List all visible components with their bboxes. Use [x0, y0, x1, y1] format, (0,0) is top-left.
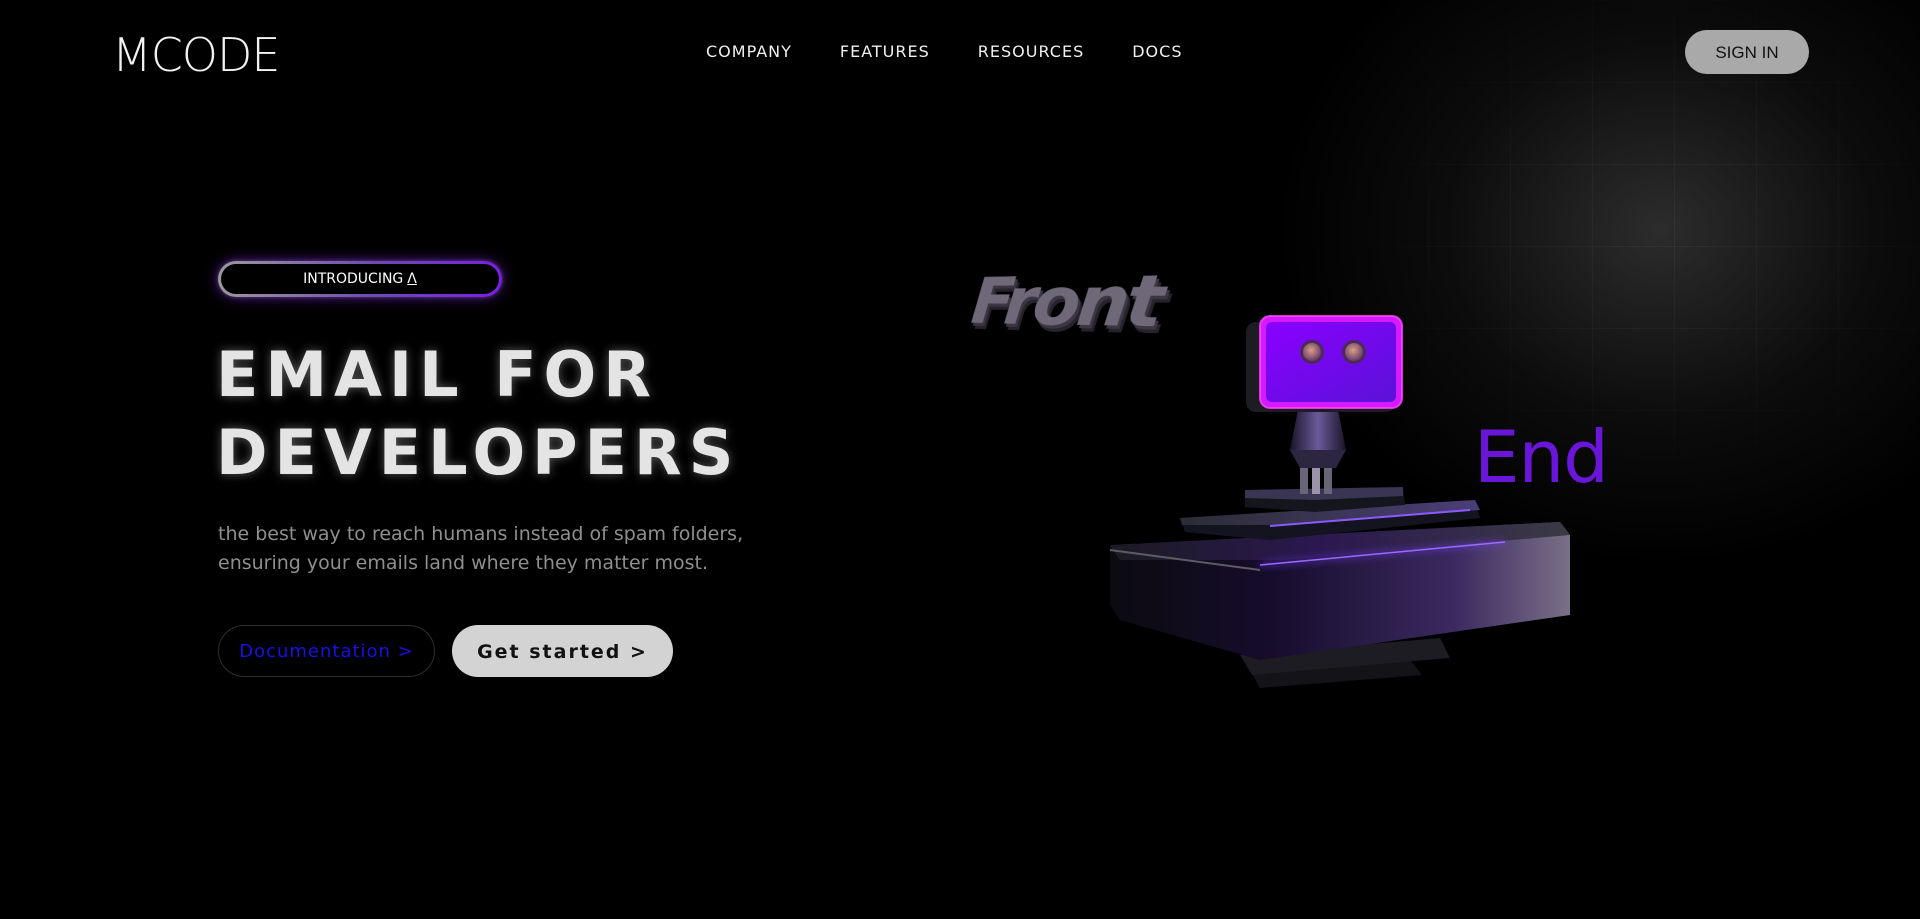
introducing-badge[interactable]: INTRODUCING Λ: [218, 261, 502, 297]
badge-mark: Λ: [407, 271, 417, 287]
badge-label: INTRODUCING: [303, 271, 404, 287]
subtext-line-1: the best way to reach humans instead of …: [218, 523, 744, 545]
nav-features[interactable]: FEATURES: [840, 40, 930, 64]
documentation-button[interactable]: Documentation >: [218, 625, 435, 677]
hero-headline: EMAIL FOR DEVELOPERS: [216, 336, 740, 492]
subtext-line-2: ensuring your emails land where they mat…: [218, 552, 709, 574]
headline-line-1: EMAIL FOR: [216, 338, 658, 411]
headline-line-2: DEVELOPERS: [216, 416, 741, 489]
nav-docs[interactable]: DOCS: [1132, 40, 1182, 64]
nav-company[interactable]: COMPANY: [706, 40, 792, 64]
hero-subtext: the best way to reach humans instead of …: [218, 520, 778, 578]
landing-page: MCODE COMPANY FEATURES RESOURCES DOCS SI…: [0, 0, 1920, 919]
main-nav: COMPANY FEATURES RESOURCES DOCS: [706, 40, 1182, 64]
get-started-button[interactable]: Get started >: [452, 625, 673, 677]
robot-illustration: [1109, 315, 1570, 688]
sign-in-button[interactable]: SIGN IN: [1685, 30, 1809, 74]
nav-resources[interactable]: RESOURCES: [978, 40, 1084, 64]
brand-logo[interactable]: MCODE: [112, 26, 280, 84]
